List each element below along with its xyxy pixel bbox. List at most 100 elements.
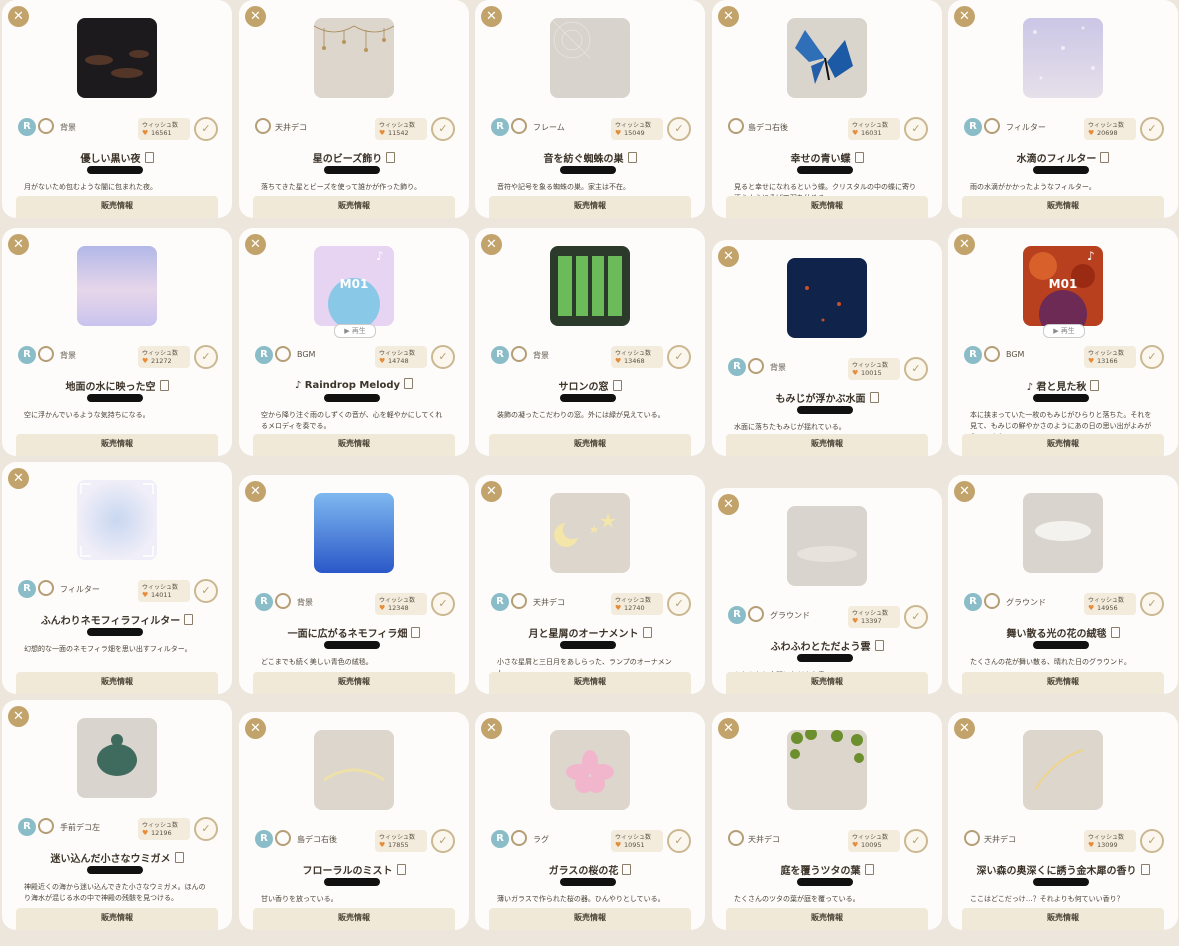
close-icon[interactable]: ✕: [481, 6, 502, 27]
wish-button[interactable]: ✓: [194, 579, 218, 603]
wish-button[interactable]: ✓: [431, 829, 455, 853]
close-icon[interactable]: ✕: [718, 718, 739, 739]
svg-text:♪: ♪: [1087, 249, 1095, 263]
close-icon[interactable]: ✕: [481, 718, 502, 739]
wish-button[interactable]: ✓: [194, 345, 218, 369]
close-icon[interactable]: ✕: [8, 468, 29, 489]
heart-icon: ♥: [379, 357, 386, 365]
wish-button[interactable]: ✓: [904, 605, 928, 629]
wish-button[interactable]: ✓: [1140, 345, 1164, 369]
sale-info-button[interactable]: 販売情報: [726, 672, 928, 694]
sale-info-button[interactable]: 販売情報: [726, 434, 928, 456]
item-thumbnail: M01 ♪: [314, 246, 394, 326]
wish-count: 12196: [151, 829, 172, 837]
wish-count-box: ウィッシュ数 ♥ 12740: [611, 593, 663, 615]
wish-button[interactable]: ✓: [431, 345, 455, 369]
wish-count-box: ウィッシュ数 ♥ 10951: [611, 830, 663, 852]
sale-info-button[interactable]: 販売情報: [16, 196, 218, 218]
sale-info-button[interactable]: 販売情報: [962, 196, 1164, 218]
memo-icon[interactable]: [184, 614, 194, 625]
memo-icon[interactable]: [1090, 380, 1100, 391]
close-icon[interactable]: ✕: [954, 234, 975, 255]
wish-button[interactable]: ✓: [194, 117, 218, 141]
item-card: ✕ R 背景 ウィッシュ数 ♥ 10015 ✓ もみじが浮かぶ水面 水面に落ちたもみじが揺れてい…: [712, 240, 942, 456]
close-icon[interactable]: ✕: [8, 706, 29, 727]
item-thumbnail: [314, 18, 394, 98]
memo-icon[interactable]: [874, 640, 884, 651]
sale-info-button[interactable]: 販売情報: [16, 434, 218, 456]
sale-info-button[interactable]: 販売情報: [253, 434, 455, 456]
sale-info-button[interactable]: 販売情報: [16, 908, 218, 930]
memo-icon[interactable]: [612, 380, 622, 391]
wish-count-box: ウィッシュ数 ♥ 14748: [375, 346, 427, 368]
item-title-row: ♪ Raindrop Melody: [239, 378, 469, 391]
close-icon[interactable]: ✕: [245, 6, 266, 27]
sale-info-button[interactable]: 販売情報: [726, 908, 928, 930]
wish-button[interactable]: ✓: [667, 592, 691, 616]
wish-button[interactable]: ✓: [667, 829, 691, 853]
wish-button[interactable]: ✓: [904, 357, 928, 381]
item-description: 空に浮かんでいるような気持ちになる。: [24, 411, 150, 419]
wish-button[interactable]: ✓: [667, 117, 691, 141]
wish-button[interactable]: ✓: [1140, 117, 1164, 141]
sale-info-button[interactable]: 販売情報: [489, 196, 691, 218]
memo-icon[interactable]: [396, 864, 406, 875]
sale-info-button[interactable]: 販売情報: [962, 908, 1164, 930]
memo-icon[interactable]: [864, 864, 874, 875]
sale-info-button[interactable]: 販売情報: [253, 672, 455, 694]
close-icon[interactable]: ✕: [8, 234, 29, 255]
item-title: 星のビーズ飾り: [312, 154, 383, 165]
memo-icon[interactable]: [411, 627, 421, 638]
sale-info-button[interactable]: 販売情報: [962, 434, 1164, 456]
wish-button[interactable]: ✓: [431, 117, 455, 141]
memo-icon[interactable]: [1140, 864, 1150, 875]
wish-button[interactable]: ✓: [1140, 829, 1164, 853]
memo-icon[interactable]: [174, 852, 184, 863]
close-icon[interactable]: ✕: [954, 481, 975, 502]
sale-info-button[interactable]: 販売情報: [489, 908, 691, 930]
play-button[interactable]: ▶ 再生: [1043, 324, 1085, 338]
item-thumbnail: [77, 18, 157, 98]
item-meta-row: R BGM ウィッシュ数 ♥ 13166 ✓: [962, 345, 1164, 369]
sale-info-button[interactable]: 販売情報: [489, 672, 691, 694]
wish-button[interactable]: ✓: [1140, 592, 1164, 616]
close-icon[interactable]: ✕: [954, 6, 975, 27]
close-icon[interactable]: ✕: [954, 718, 975, 739]
play-button[interactable]: ▶ 再生: [334, 324, 376, 338]
wish-button[interactable]: ✓: [904, 829, 928, 853]
wish-button[interactable]: ✓: [904, 117, 928, 141]
close-icon[interactable]: ✕: [718, 6, 739, 27]
close-icon[interactable]: ✕: [245, 718, 266, 739]
sale-info-button[interactable]: 販売情報: [16, 672, 218, 694]
memo-icon[interactable]: [159, 380, 169, 391]
memo-icon[interactable]: [386, 152, 396, 163]
item-meta-row: R フィルター ウィッシュ数 ♥ 14011 ✓: [16, 579, 218, 603]
close-icon[interactable]: ✕: [245, 234, 266, 255]
sale-info-button[interactable]: 販売情報: [253, 196, 455, 218]
memo-icon[interactable]: [1110, 627, 1120, 638]
memo-icon[interactable]: [144, 152, 154, 163]
memo-icon[interactable]: [404, 378, 414, 389]
memo-icon[interactable]: [627, 152, 637, 163]
memo-icon[interactable]: [1100, 152, 1110, 163]
memo-icon[interactable]: [854, 152, 864, 163]
wish-button[interactable]: ✓: [431, 592, 455, 616]
wish-button[interactable]: ✓: [194, 817, 218, 841]
memo-icon[interactable]: [642, 627, 652, 638]
sale-info-button[interactable]: 販売情報: [726, 196, 928, 218]
close-icon[interactable]: ✕: [718, 246, 739, 267]
wish-label: ウィッシュ数: [852, 362, 889, 369]
close-icon[interactable]: ✕: [481, 234, 502, 255]
item-category: 背景: [297, 598, 313, 607]
close-icon[interactable]: ✕: [245, 481, 266, 502]
close-icon[interactable]: ✕: [8, 6, 29, 27]
memo-icon[interactable]: [622, 864, 632, 875]
sale-info-button[interactable]: 販売情報: [962, 672, 1164, 694]
close-icon[interactable]: ✕: [481, 481, 502, 502]
wish-button[interactable]: ✓: [667, 345, 691, 369]
memo-icon[interactable]: [869, 392, 879, 403]
sale-info-button[interactable]: 販売情報: [253, 908, 455, 930]
item-meta-row: R ラグ ウィッシュ数 ♥ 10951 ✓: [489, 829, 691, 853]
close-icon[interactable]: ✕: [718, 494, 739, 515]
sale-info-button[interactable]: 販売情報: [489, 434, 691, 456]
